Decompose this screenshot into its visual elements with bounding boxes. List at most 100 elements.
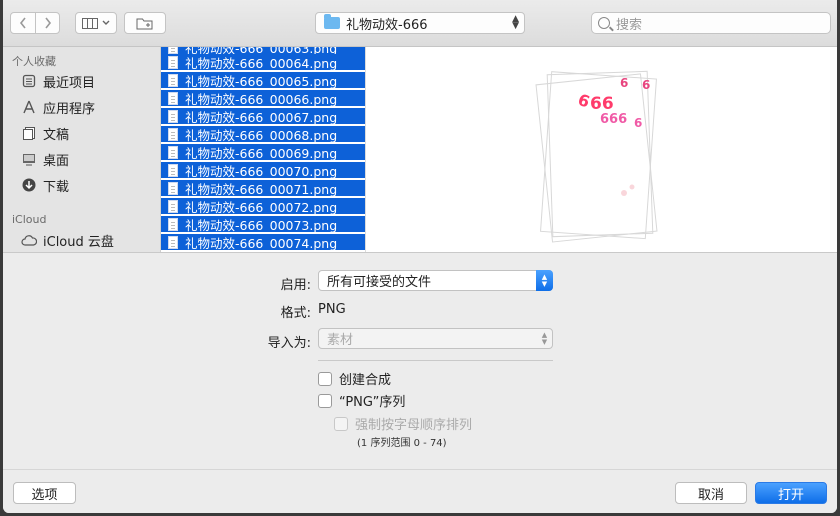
svg-text:666: 666 (600, 112, 627, 127)
format-label: 格式: (280, 306, 311, 321)
chevron-left-icon (19, 17, 26, 29)
toolbar: 礼物动效-666 ▲ ▼ 搜索 (3, 0, 837, 47)
sidebar-item-label: 桌面 (43, 153, 70, 169)
file-icon (168, 163, 178, 177)
search-icon (598, 17, 610, 29)
svg-text:6: 6 (620, 76, 628, 90)
sidebar-item-label: 应用程序 (43, 101, 96, 117)
folder-icon (324, 14, 340, 29)
file-icon (168, 199, 178, 213)
file-name: 礼物动效-666_00064.png (185, 55, 338, 71)
open-button[interactable]: 打开 (755, 482, 827, 504)
sidebar-item-desktop[interactable]: 桌面 (21, 149, 69, 169)
file-icon (168, 145, 178, 159)
enable-label: 启用: (280, 278, 311, 293)
format-value: PNG (318, 302, 346, 317)
file-icon (168, 109, 178, 123)
file-row[interactable]: 礼物动效-666_00064.png (161, 54, 365, 71)
path-label: 礼物动效-666 (346, 17, 428, 33)
search-field[interactable]: 搜索 (591, 12, 831, 34)
icloud-header: iCloud (12, 213, 47, 226)
applications-icon (21, 99, 37, 115)
file-preview: 6 66 666 6 6 6 (365, 47, 837, 252)
file-row[interactable]: 礼物动效-666_00068.png (161, 126, 365, 143)
file-icon (168, 217, 178, 231)
checkbox-box[interactable] (318, 371, 332, 386)
checkbox-label: “PNG”序列 (339, 395, 406, 410)
file-row[interactable]: 礼物动效-666_00069.png (161, 144, 365, 161)
checkbox-box[interactable] (318, 393, 332, 408)
import-as-value: 素材 (327, 333, 354, 348)
forward-button[interactable] (35, 13, 59, 33)
search-placeholder: 搜索 (616, 17, 643, 33)
chevron-right-icon (44, 17, 51, 29)
import-as-popup[interactable]: 素材 ▲ ▼ (318, 328, 553, 349)
sidebar-item-label: 最近项目 (43, 75, 96, 91)
file-name: 礼物动效-666_00073.png (185, 217, 338, 233)
chevron-down-icon (102, 20, 110, 25)
file-name: 礼物动效-666_00068.png (185, 127, 338, 143)
file-row[interactable]: 礼物动效-666_00070.png (161, 162, 365, 179)
file-row[interactable]: 礼物动效-666_00072.png (161, 198, 365, 215)
checkbox-box[interactable] (334, 416, 348, 431)
file-icon (168, 73, 178, 87)
png-sequence-checkbox[interactable]: “PNG”序列 (318, 391, 405, 410)
import-options: 启用: 所有可接受的文件 ▲ ▼ 格式: PNG 导入为: 素材 ▲ ▼ 创建合成 … (3, 252, 837, 469)
file-icon (168, 127, 178, 141)
desktop-icon (21, 151, 37, 167)
new-folder-button[interactable] (124, 12, 166, 34)
svg-text:6: 6 (642, 78, 650, 92)
create-composition-checkbox[interactable]: 创建合成 (318, 369, 391, 388)
preview-image: 6 66 666 6 6 6 (535, 70, 658, 243)
file-row[interactable]: 礼物动效-666_00074.png (161, 234, 365, 251)
sidebar-item-label: 文稿 (43, 127, 70, 143)
open-file-dialog: 礼物动效-666 ▲ ▼ 搜索 个人收藏 最近项目 应用程序 文稿 桌面 下载 … (3, 0, 837, 513)
file-row[interactable]: 礼物动效-666_00071.png (161, 180, 365, 197)
sidebar-item-downloads[interactable]: 下载 (21, 175, 69, 195)
enable-value: 所有可接受的文件 (327, 275, 432, 290)
documents-icon (21, 125, 37, 141)
divider (318, 360, 553, 361)
file-name: 礼物动效-666_00074.png (185, 235, 338, 251)
file-name: 礼物动效-666_00067.png (185, 109, 338, 125)
downloads-icon (21, 177, 37, 193)
view-mode-button[interactable] (75, 12, 117, 34)
file-icon (168, 181, 178, 195)
back-button[interactable] (11, 13, 35, 33)
column-view-icon (82, 17, 98, 29)
sidebar-item-documents[interactable]: 文稿 (21, 123, 69, 143)
file-row[interactable]: 礼物动效-666_00065.png (161, 72, 365, 89)
sidebar-item-label: 下载 (43, 179, 70, 195)
file-name: 礼物动效-666_00071.png (185, 181, 338, 197)
sidebar-item-recents[interactable]: 最近项目 (21, 71, 95, 91)
file-icon (168, 235, 178, 249)
file-row[interactable]: 礼物动效-666_00066.png (161, 90, 365, 107)
file-name: 礼物动效-666_00065.png (185, 73, 338, 89)
svg-text:66: 66 (590, 94, 614, 114)
updown-arrows-icon: ▲ ▼ (512, 14, 519, 31)
options-button[interactable]: 选项 (13, 482, 76, 504)
file-icon (168, 91, 178, 105)
force-alphabetical-checkbox[interactable]: 强制按字母顺序排列 (334, 414, 472, 433)
recents-icon (21, 73, 37, 89)
file-name: 礼物动效-666_00066.png (185, 91, 338, 107)
file-row[interactable]: 礼物动效-666_00067.png (161, 108, 365, 125)
checkbox-label: 强制按字母顺序排列 (355, 418, 473, 433)
file-name: 礼物动效-666_00070.png (185, 163, 338, 179)
updown-arrows-icon: ▲ ▼ (541, 330, 548, 346)
bottom-bar: 选项 取消 打开 (3, 469, 837, 513)
file-row[interactable]: 礼物动效-666_00073.png (161, 216, 365, 233)
svg-text:6: 6 (634, 116, 642, 130)
sidebar-item-applications[interactable]: 应用程序 (21, 97, 95, 117)
file-name: 礼物动效-666_00069.png (185, 145, 338, 161)
enable-popup[interactable]: 所有可接受的文件 ▲ ▼ (318, 270, 553, 291)
updown-arrows-icon: ▲ ▼ (536, 270, 553, 291)
new-folder-icon (136, 18, 153, 29)
sidebar-item-icloud-drive[interactable]: iCloud 云盘 (21, 230, 114, 250)
file-list: 礼物动效-666_00063.png 礼物动效-666_00064.png 礼物… (161, 47, 365, 252)
cancel-button[interactable]: 取消 (675, 482, 747, 504)
path-popup[interactable]: 礼物动效-666 ▲ ▼ (315, 12, 525, 34)
sidebar: 个人收藏 最近项目 应用程序 文稿 桌面 下载 iCloud iCloud 云盘 (3, 47, 161, 252)
sidebar-item-label: iCloud 云盘 (43, 234, 114, 250)
checkbox-label: 创建合成 (339, 373, 392, 388)
